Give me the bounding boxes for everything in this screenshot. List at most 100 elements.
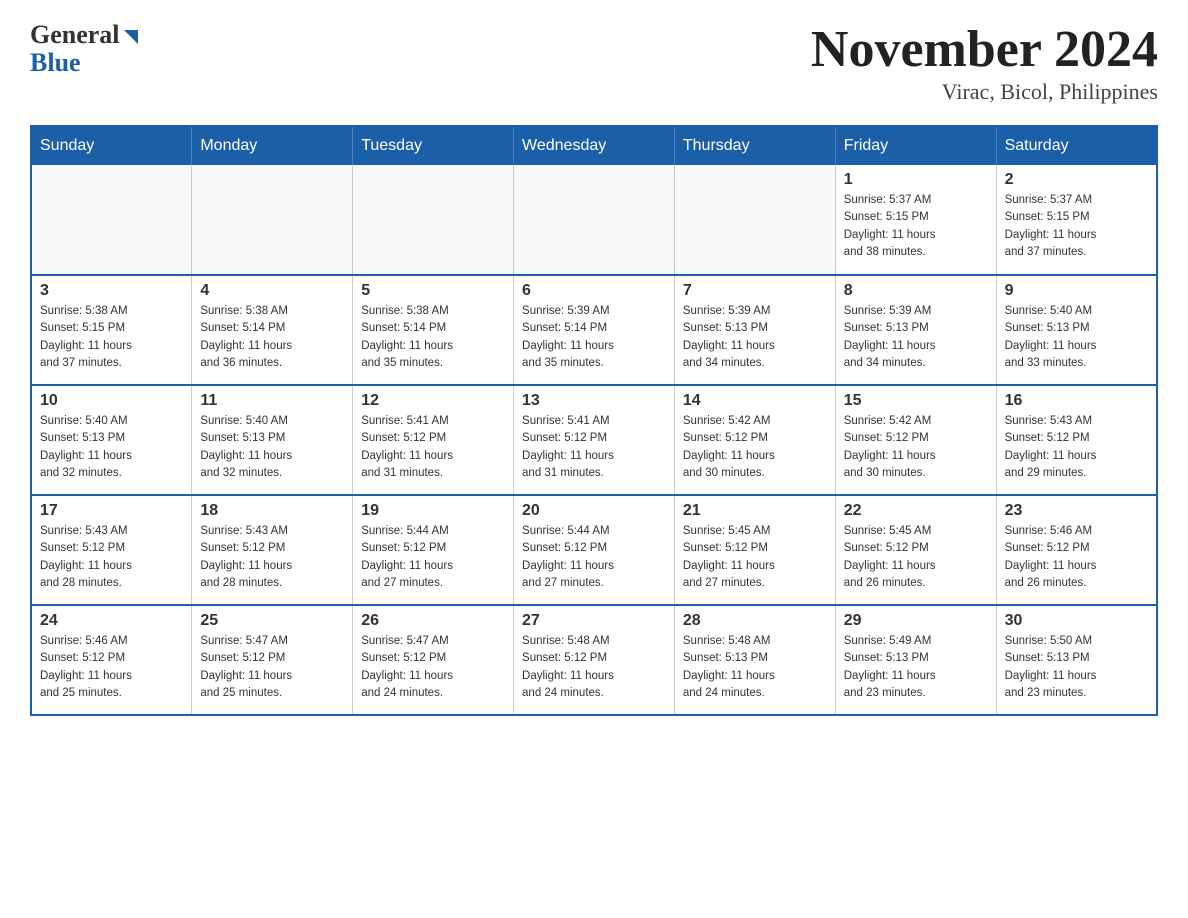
calendar-cell: 9 Sunrise: 5:40 AM Sunset: 5:13 PM Daylig…	[996, 275, 1157, 385]
calendar-cell: 25Sunrise: 5:47 AM Sunset: 5:12 PM Dayli…	[192, 605, 353, 715]
calendar-cell: 27 Sunrise: 5:48 AM Sunset: 5:12 PM Dayli…	[514, 605, 675, 715]
day-number: 8	[844, 282, 988, 300]
calendar-cell: 23Sunrise: 5:46 AM Sunset: 5:12 PM Dayli…	[996, 495, 1157, 605]
calendar-cell: 14Sunrise: 5:42 AM Sunset: 5:12 PM Dayli…	[674, 385, 835, 495]
calendar-cell: 2Sunrise: 5:37 AM Sunset: 5:15 PM Daylig…	[996, 165, 1157, 275]
calendar-cell: 26 Sunrise: 5:47 AM Sunset: 5:12 PM Dayli…	[353, 605, 514, 715]
day-info: Sunrise: 5:49 AM Sunset: 5:13 PM Dayligh…	[844, 633, 988, 702]
day-info: Sunrise: 5:47 AM Sunset: 5:12 PM Dayligh…	[200, 633, 344, 702]
day-info: Sunrise: 5:40 AM Sunset: 5:13 PM Dayligh…	[200, 413, 344, 482]
day-number: 30	[1005, 612, 1148, 630]
weekday-header-tuesday: Tuesday	[353, 126, 514, 165]
day-number: 1	[844, 171, 988, 189]
calendar-cell: 5Sunrise: 5:38 AM Sunset: 5:14 PM Daylig…	[353, 275, 514, 385]
calendar-cell: 15 Sunrise: 5:42 AM Sunset: 5:12 PM Dayli…	[835, 385, 996, 495]
week-row-5: 24 Sunrise: 5:46 AM Sunset: 5:12 PM Dayli…	[31, 605, 1157, 715]
calendar-cell	[674, 165, 835, 275]
logo-arrow-icon	[124, 30, 138, 44]
day-number: 3	[40, 282, 183, 300]
day-info: Sunrise: 5:43 AM Sunset: 5:12 PM Dayligh…	[40, 523, 183, 592]
calendar-cell: 13 Sunrise: 5:41 AM Sunset: 5:12 PM Dayli…	[514, 385, 675, 495]
calendar-cell: 29Sunrise: 5:49 AM Sunset: 5:13 PM Dayli…	[835, 605, 996, 715]
calendar-cell: 17 Sunrise: 5:43 AM Sunset: 5:12 PM Dayli…	[31, 495, 192, 605]
calendar-cell: 28Sunrise: 5:48 AM Sunset: 5:13 PM Dayli…	[674, 605, 835, 715]
week-row-4: 17 Sunrise: 5:43 AM Sunset: 5:12 PM Dayli…	[31, 495, 1157, 605]
calendar-cell: 30 Sunrise: 5:50 AM Sunset: 5:13 PM Dayli…	[996, 605, 1157, 715]
week-row-1: 1 Sunrise: 5:37 AM Sunset: 5:15 PM Daylig…	[31, 165, 1157, 275]
day-info: Sunrise: 5:50 AM Sunset: 5:13 PM Dayligh…	[1005, 633, 1148, 702]
day-info: Sunrise: 5:45 AM Sunset: 5:12 PM Dayligh…	[844, 523, 988, 592]
day-info: Sunrise: 5:39 AM Sunset: 5:13 PM Dayligh…	[844, 303, 988, 372]
day-info: Sunrise: 5:46 AM Sunset: 5:12 PM Dayligh…	[1005, 523, 1148, 592]
day-number: 22	[844, 502, 988, 520]
weekday-header-monday: Monday	[192, 126, 353, 165]
day-number: 10	[40, 392, 183, 410]
day-info: Sunrise: 5:39 AM Sunset: 5:14 PM Dayligh…	[522, 303, 666, 372]
calendar-cell: 22 Sunrise: 5:45 AM Sunset: 5:12 PM Dayli…	[835, 495, 996, 605]
calendar-cell	[31, 165, 192, 275]
calendar-cell: 20 Sunrise: 5:44 AM Sunset: 5:12 PM Dayli…	[514, 495, 675, 605]
calendar-cell: 4 Sunrise: 5:38 AM Sunset: 5:14 PM Daylig…	[192, 275, 353, 385]
day-number: 21	[683, 502, 827, 520]
day-number: 20	[522, 502, 666, 520]
day-info: Sunrise: 5:44 AM Sunset: 5:12 PM Dayligh…	[522, 523, 666, 592]
calendar-cell: 24 Sunrise: 5:46 AM Sunset: 5:12 PM Dayli…	[31, 605, 192, 715]
day-info: Sunrise: 5:37 AM Sunset: 5:15 PM Dayligh…	[844, 192, 988, 261]
calendar-cell: 3 Sunrise: 5:38 AM Sunset: 5:15 PM Daylig…	[31, 275, 192, 385]
calendar-header-row: SundayMondayTuesdayWednesdayThursdayFrid…	[31, 126, 1157, 165]
day-info: Sunrise: 5:41 AM Sunset: 5:12 PM Dayligh…	[361, 413, 505, 482]
day-info: Sunrise: 5:47 AM Sunset: 5:12 PM Dayligh…	[361, 633, 505, 702]
day-info: Sunrise: 5:42 AM Sunset: 5:12 PM Dayligh…	[844, 413, 988, 482]
day-info: Sunrise: 5:48 AM Sunset: 5:12 PM Dayligh…	[522, 633, 666, 702]
day-info: Sunrise: 5:39 AM Sunset: 5:13 PM Dayligh…	[683, 303, 827, 372]
day-number: 26	[361, 612, 505, 630]
day-info: Sunrise: 5:41 AM Sunset: 5:12 PM Dayligh…	[522, 413, 666, 482]
day-number: 19	[361, 502, 505, 520]
title-section: November 2024 Virac, Bicol, Philippines	[811, 20, 1158, 105]
calendar-cell: 12Sunrise: 5:41 AM Sunset: 5:12 PM Dayli…	[353, 385, 514, 495]
calendar-table: SundayMondayTuesdayWednesdayThursdayFrid…	[30, 125, 1158, 716]
day-info: Sunrise: 5:44 AM Sunset: 5:12 PM Dayligh…	[361, 523, 505, 592]
day-number: 7	[683, 282, 827, 300]
day-number: 9	[1005, 282, 1148, 300]
calendar-cell: 10 Sunrise: 5:40 AM Sunset: 5:13 PM Dayli…	[31, 385, 192, 495]
calendar-cell: 8 Sunrise: 5:39 AM Sunset: 5:13 PM Daylig…	[835, 275, 996, 385]
weekday-header-friday: Friday	[835, 126, 996, 165]
week-row-2: 3 Sunrise: 5:38 AM Sunset: 5:15 PM Daylig…	[31, 275, 1157, 385]
calendar-cell: 1 Sunrise: 5:37 AM Sunset: 5:15 PM Daylig…	[835, 165, 996, 275]
day-number: 18	[200, 502, 344, 520]
day-info: Sunrise: 5:46 AM Sunset: 5:12 PM Dayligh…	[40, 633, 183, 702]
weekday-header-thursday: Thursday	[674, 126, 835, 165]
weekday-header-sunday: Sunday	[31, 126, 192, 165]
calendar-cell: 18 Sunrise: 5:43 AM Sunset: 5:12 PM Dayli…	[192, 495, 353, 605]
calendar-cell: 7 Sunrise: 5:39 AM Sunset: 5:13 PM Daylig…	[674, 275, 835, 385]
day-number: 4	[200, 282, 344, 300]
day-info: Sunrise: 5:45 AM Sunset: 5:12 PM Dayligh…	[683, 523, 827, 592]
day-info: Sunrise: 5:38 AM Sunset: 5:14 PM Dayligh…	[200, 303, 344, 372]
day-info: Sunrise: 5:40 AM Sunset: 5:13 PM Dayligh…	[1005, 303, 1148, 372]
day-number: 27	[522, 612, 666, 630]
day-number: 16	[1005, 392, 1148, 410]
week-row-3: 10 Sunrise: 5:40 AM Sunset: 5:13 PM Dayli…	[31, 385, 1157, 495]
day-number: 17	[40, 502, 183, 520]
day-number: 2	[1005, 171, 1148, 189]
day-number: 15	[844, 392, 988, 410]
day-number: 24	[40, 612, 183, 630]
day-info: Sunrise: 5:43 AM Sunset: 5:12 PM Dayligh…	[200, 523, 344, 592]
calendar-cell: 19 Sunrise: 5:44 AM Sunset: 5:12 PM Dayli…	[353, 495, 514, 605]
calendar-cell	[514, 165, 675, 275]
calendar-cell	[353, 165, 514, 275]
day-info: Sunrise: 5:43 AM Sunset: 5:12 PM Dayligh…	[1005, 413, 1148, 482]
location-title: Virac, Bicol, Philippines	[811, 79, 1158, 105]
day-number: 13	[522, 392, 666, 410]
logo: General Blue	[30, 20, 138, 78]
day-info: Sunrise: 5:40 AM Sunset: 5:13 PM Dayligh…	[40, 413, 183, 482]
page-header: General Blue November 2024 Virac, Bicol,…	[30, 20, 1158, 105]
day-number: 28	[683, 612, 827, 630]
calendar-cell: 11 Sunrise: 5:40 AM Sunset: 5:13 PM Dayli…	[192, 385, 353, 495]
day-number: 5	[361, 282, 505, 300]
logo-blue-text: Blue	[30, 48, 81, 78]
calendar-cell	[192, 165, 353, 275]
day-info: Sunrise: 5:38 AM Sunset: 5:15 PM Dayligh…	[40, 303, 183, 372]
day-number: 11	[200, 392, 344, 410]
